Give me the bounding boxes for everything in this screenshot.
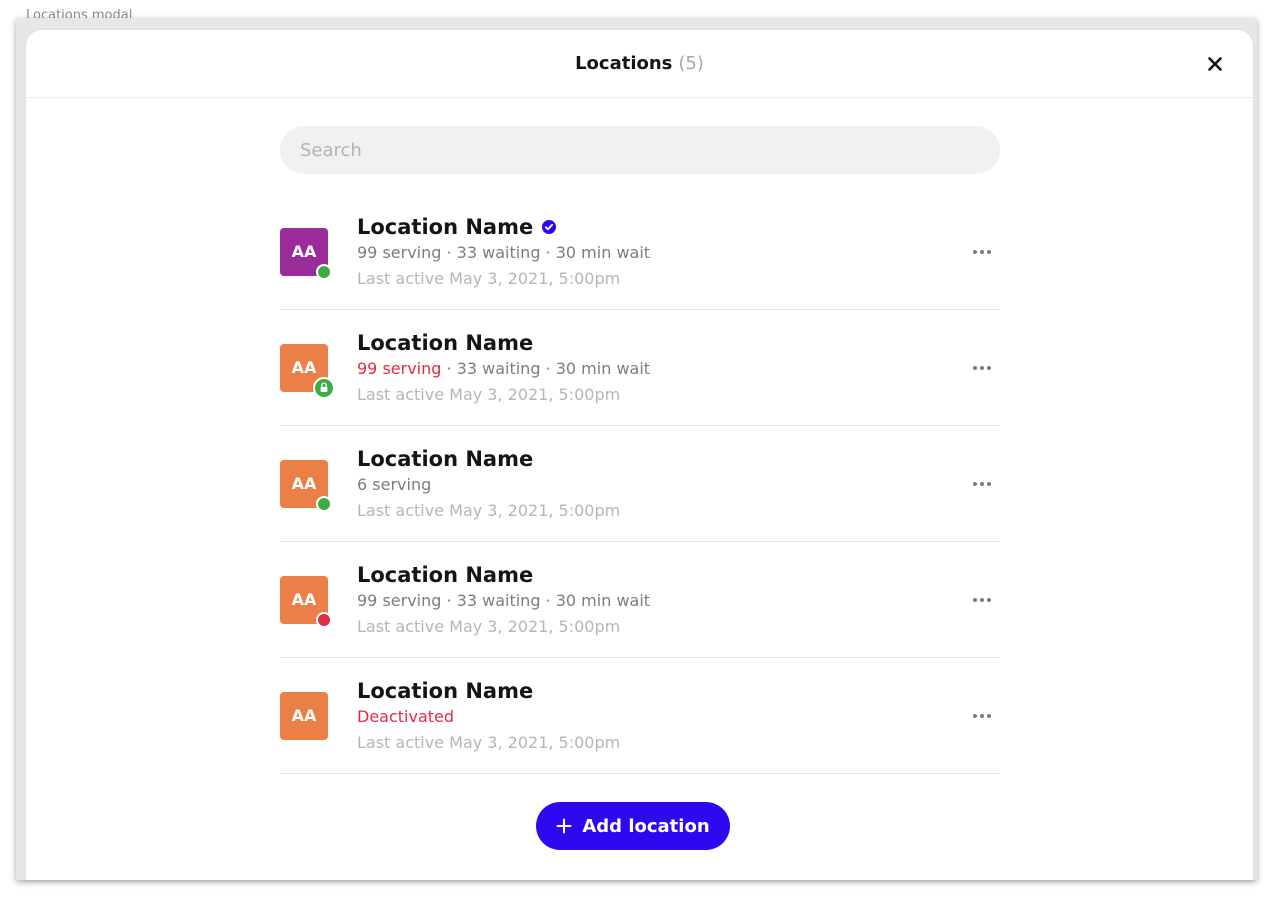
last-active: Last active May 3, 2021, 5:00pm (357, 500, 621, 520)
location-info: Location Name 99 serving · 33 waiting · … (357, 214, 650, 290)
modal-title: Locations (5) (575, 53, 704, 74)
avatar-initials: AA (291, 474, 317, 493)
avatar-initials: AA (291, 590, 317, 609)
more-horizontal-icon (973, 365, 977, 370)
location-row[interactable]: AA Location Name Deactivated Last active… (280, 658, 1000, 774)
location-stats: 6 serving (357, 474, 620, 496)
more-horizontal-icon (973, 597, 977, 602)
locations-modal: Locations (5) AA Location Name 99 servin… (26, 30, 1253, 880)
more-dot (987, 597, 991, 602)
location-row[interactable]: AA Location Name 6 serving Last active M… (280, 426, 1000, 542)
serving-count: 99 serving (357, 242, 442, 262)
avatar-initials: AA (291, 358, 317, 377)
more-dot (987, 713, 991, 718)
location-list: AA Location Name 99 serving · 33 waiting… (280, 194, 1000, 774)
queue-stats: · 33 waiting · 30 min wait (441, 358, 651, 378)
status-dot-offline (316, 611, 332, 628)
location-info: Location Name 99 serving · 33 waiting · … (357, 330, 650, 406)
location-stats: 99 serving · 33 waiting · 30 min wait (357, 242, 650, 264)
location-name: Location Name (357, 330, 650, 356)
location-info: Location Name Deactivated Last active Ma… (357, 678, 620, 754)
more-dot (980, 365, 984, 370)
location-row[interactable]: AA Location Name 99 serving · 33 waiting… (280, 542, 1000, 658)
location-name-text: Location Name (357, 330, 534, 355)
more-horizontal-icon (973, 481, 977, 486)
serving-count: 6 serving (357, 474, 432, 494)
location-avatar: AA (280, 227, 332, 280)
location-row[interactable]: AA Location Name 99 serving · 33 waiting… (280, 194, 1000, 310)
more-dot (987, 365, 991, 370)
modal-header: Locations (5) (26, 30, 1253, 98)
location-avatar: AA (280, 459, 332, 512)
more-horizontal-icon (973, 713, 977, 718)
location-avatar: AA (280, 575, 332, 628)
location-stats: 99 serving · 33 waiting · 30 min wait (357, 590, 650, 612)
last-active: Last active May 3, 2021, 5:00pm (357, 732, 621, 752)
location-info: Location Name 6 serving Last active May … (357, 446, 620, 522)
add-location-label: Add location (582, 815, 710, 837)
location-row[interactable]: AA Location Name 99 serving · 33 waiting… (280, 310, 1000, 426)
more-horizontal-icon (973, 249, 977, 254)
location-name: Location Name (357, 678, 620, 704)
more-dot (987, 481, 991, 486)
more-options-button[interactable] (970, 704, 994, 728)
avatar-initials: AA (291, 242, 317, 261)
serving-count: Deactivated (357, 706, 455, 726)
location-name-text: Location Name (357, 214, 534, 239)
queue-stats: · 33 waiting · 30 min wait (441, 242, 651, 262)
location-name-text: Location Name (357, 562, 534, 587)
plus-icon (556, 818, 572, 834)
more-options-button[interactable] (970, 588, 994, 612)
lock-icon (313, 376, 335, 399)
more-dot (980, 481, 984, 486)
location-stats: Deactivated (357, 706, 620, 728)
more-dot (987, 249, 991, 254)
more-options-button[interactable] (970, 240, 994, 264)
more-options-button[interactable] (970, 472, 994, 496)
serving-count: 99 serving (357, 358, 442, 378)
location-name: Location Name (357, 214, 650, 240)
location-avatar: AA (280, 691, 328, 740)
search-input[interactable] (280, 126, 1000, 174)
status-dot-online (316, 495, 332, 512)
location-count: (5) (678, 53, 704, 74)
modal-title-text: Locations (575, 53, 673, 74)
verified-badge-icon (541, 219, 557, 235)
location-info: Location Name 99 serving · 33 waiting · … (357, 562, 650, 638)
location-name: Location Name (357, 446, 620, 472)
add-location-button[interactable]: Add location (536, 802, 730, 850)
location-avatar: AA (280, 343, 335, 399)
more-dot (980, 597, 984, 602)
last-active: Last active May 3, 2021, 5:00pm (357, 268, 621, 288)
location-name: Location Name (357, 562, 650, 588)
modal-content: AA Location Name 99 serving · 33 waiting… (280, 126, 1000, 774)
status-dot-online (316, 263, 332, 280)
last-active: Last active May 3, 2021, 5:00pm (357, 616, 621, 636)
serving-count: 99 serving (357, 590, 442, 610)
close-button[interactable] (1201, 50, 1229, 78)
more-dot (980, 713, 984, 718)
avatar-initials: AA (291, 706, 317, 725)
more-dot (980, 249, 984, 254)
more-options-button[interactable] (970, 356, 994, 380)
close-icon (1208, 57, 1222, 71)
last-active: Last active May 3, 2021, 5:00pm (357, 384, 621, 404)
location-name-text: Location Name (357, 678, 534, 703)
location-name-text: Location Name (357, 446, 534, 471)
location-stats: 99 serving · 33 waiting · 30 min wait (357, 358, 650, 380)
queue-stats: · 33 waiting · 30 min wait (441, 590, 651, 610)
